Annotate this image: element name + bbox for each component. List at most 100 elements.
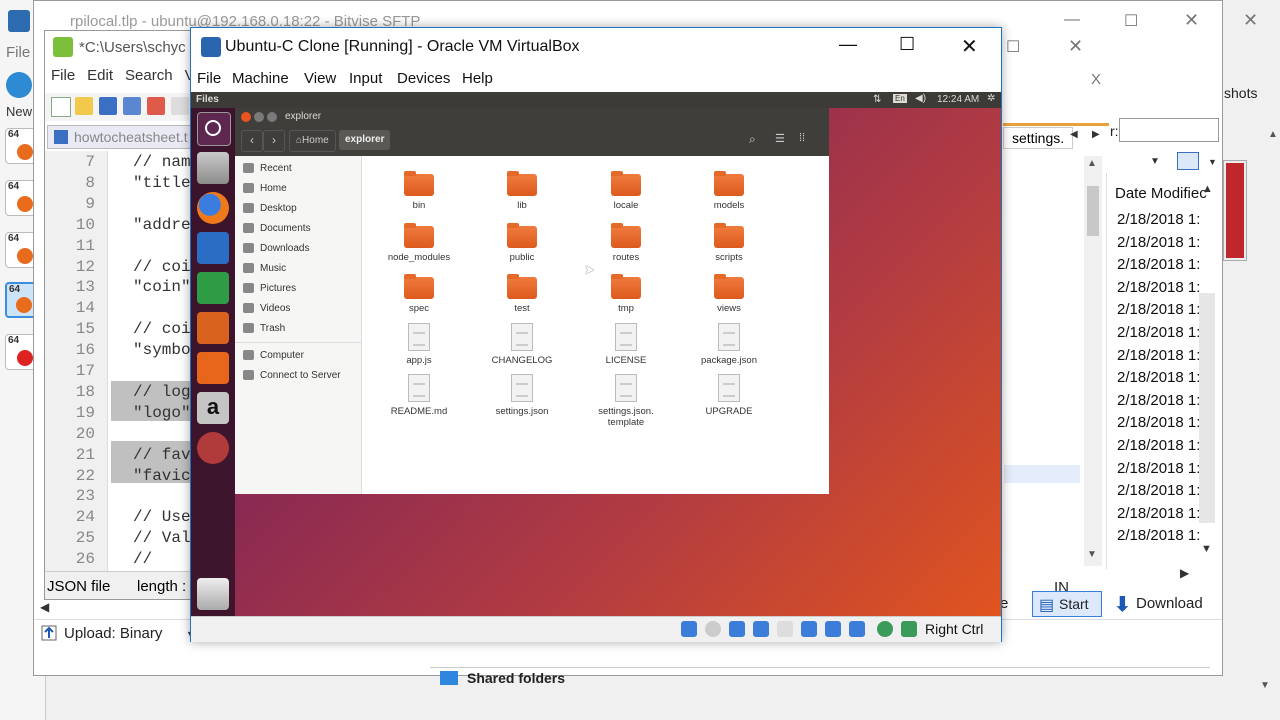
folder-item[interactable]: node_modules bbox=[379, 220, 459, 263]
writer-icon[interactable] bbox=[197, 232, 229, 264]
shared-folders-label[interactable]: Shared folders bbox=[467, 670, 565, 686]
file-item[interactable]: package.json bbox=[689, 322, 769, 366]
menu-grid-icon[interactable]: ⁞⁞ bbox=[799, 132, 805, 144]
code-line[interactable]: "title bbox=[133, 174, 191, 192]
vbox-minimize-icon[interactable]: — bbox=[839, 34, 857, 55]
tab-howtocheatsheet[interactable]: howtocheatsheet.t bbox=[47, 125, 197, 149]
date-cell[interactable]: 2/18/2018 1: bbox=[1117, 211, 1200, 228]
sidebar-item-desktop[interactable]: Desktop bbox=[243, 203, 297, 214]
date-cell[interactable]: 2/18/2018 1: bbox=[1117, 505, 1200, 522]
impress-icon[interactable] bbox=[197, 312, 229, 344]
open-folder-icon[interactable] bbox=[75, 97, 93, 115]
sidebar-item-documents[interactable]: Documents bbox=[243, 223, 311, 234]
save-icon[interactable] bbox=[99, 97, 117, 115]
bitvise-maximize-icon[interactable]: ☐ bbox=[1124, 11, 1138, 31]
sidebar-item-computer[interactable]: Computer bbox=[243, 350, 304, 361]
menu-machine[interactable]: Machine bbox=[232, 70, 289, 87]
folder-item[interactable]: views bbox=[689, 271, 769, 314]
code-line[interactable]: // log bbox=[133, 383, 191, 401]
bitvise-close-icon[interactable]: ✕ bbox=[1184, 10, 1199, 31]
menu-search[interactable]: Search bbox=[125, 67, 173, 84]
dash-icon[interactable] bbox=[197, 112, 231, 146]
code-line[interactable]: // Use bbox=[133, 508, 191, 526]
filter-input[interactable] bbox=[1119, 118, 1219, 142]
amazon-icon[interactable]: a bbox=[197, 392, 229, 424]
code-line[interactable]: // bbox=[133, 550, 152, 568]
back-arrow-icon[interactable]: ‹ bbox=[241, 130, 263, 152]
list-scroll-down-icon[interactable]: ▼ bbox=[1201, 543, 1212, 555]
sidebar-item-recent[interactable]: Recent bbox=[243, 163, 292, 174]
folder-item[interactable]: public bbox=[482, 220, 562, 263]
code-line[interactable]: // fav bbox=[133, 446, 191, 464]
date-cell[interactable]: 2/18/2018 1: bbox=[1117, 256, 1200, 273]
search-icon[interactable]: ⌕ bbox=[749, 132, 756, 147]
keyboard-capture-icon[interactable] bbox=[901, 621, 917, 637]
view-dropdown-icon[interactable]: ▼ bbox=[1150, 156, 1160, 167]
settings-gear-icon[interactable]: ✲ bbox=[987, 93, 995, 104]
folder-item[interactable]: bin bbox=[379, 168, 459, 211]
hscroll-left-icon[interactable]: ◀ bbox=[40, 600, 49, 614]
keyboard-lang[interactable]: En bbox=[893, 94, 907, 103]
menu-file[interactable]: File bbox=[51, 67, 75, 84]
crumb-home[interactable]: ⌂Home bbox=[289, 130, 336, 152]
print-icon[interactable] bbox=[171, 97, 189, 115]
scrollbar[interactable]: ▲ ▼ bbox=[1084, 156, 1102, 566]
menu-input[interactable]: Input bbox=[349, 70, 382, 87]
firefox-icon[interactable] bbox=[197, 192, 229, 224]
code-line[interactable]: // coi bbox=[133, 320, 191, 338]
date-cell[interactable]: 2/18/2018 1: bbox=[1117, 279, 1200, 296]
network-status-icon[interactable] bbox=[753, 621, 769, 637]
download-button[interactable]: ⬇ Download bbox=[1112, 591, 1222, 617]
date-cell[interactable]: 2/18/2018 1: bbox=[1117, 527, 1200, 544]
folder-item[interactable]: spec bbox=[379, 271, 459, 314]
date-cell[interactable]: 2/18/2018 1: bbox=[1117, 234, 1200, 251]
save-all-icon[interactable] bbox=[123, 97, 141, 115]
folder-item[interactable]: lib bbox=[482, 168, 562, 211]
menu-file[interactable]: File bbox=[197, 70, 221, 87]
date-cell[interactable]: 2/18/2018 1: bbox=[1117, 482, 1200, 499]
code-line[interactable]: "coin" bbox=[133, 278, 191, 296]
code-line[interactable]: "symbo bbox=[133, 341, 191, 359]
date-cell[interactable]: 2/18/2018 1: bbox=[1117, 414, 1200, 431]
sidebar-item-connect-to-server[interactable]: Connect to Server bbox=[243, 370, 341, 381]
start-button[interactable]: ▤ Start bbox=[1032, 591, 1102, 617]
folder-item[interactable]: test bbox=[482, 271, 562, 314]
date-cell[interactable]: 2/18/2018 1: bbox=[1117, 460, 1200, 477]
grid-view-icon[interactable] bbox=[1177, 152, 1199, 170]
date-cell[interactable]: 2/18/2018 1: bbox=[1117, 392, 1200, 409]
date-cell[interactable]: 2/18/2018 1: bbox=[1117, 324, 1200, 341]
nautilus-minimize-icon[interactable] bbox=[254, 112, 264, 122]
file-item[interactable]: settings.json. template bbox=[586, 374, 666, 428]
new-file-icon[interactable] bbox=[51, 97, 71, 117]
outer-close-icon[interactable]: ✕ bbox=[1243, 10, 1258, 31]
file-item[interactable]: UPGRADE bbox=[689, 374, 769, 417]
menu-help[interactable]: Help bbox=[462, 70, 493, 87]
tab-scroll-right-icon[interactable]: ▶ bbox=[1092, 129, 1100, 140]
guest-display[interactable]: Files ⇅ En ◀) 12:24 AM ✲ a explorer ‹ › … bbox=[191, 92, 1001, 616]
active-app-name[interactable]: Files bbox=[196, 94, 219, 105]
folder-item[interactable]: scripts bbox=[689, 220, 769, 263]
display-status-icon[interactable] bbox=[825, 621, 841, 637]
crumb-current[interactable]: explorer bbox=[339, 130, 391, 150]
code-line[interactable]: "addre bbox=[133, 216, 191, 234]
folder-item[interactable]: locale bbox=[586, 168, 666, 211]
sidebar-item-home[interactable]: Home bbox=[243, 183, 287, 194]
tab-settings[interactable]: settings. bbox=[1003, 127, 1073, 149]
new-vm-icon[interactable] bbox=[6, 72, 32, 98]
folder-item[interactable]: models bbox=[689, 168, 769, 211]
sidebar-item-downloads[interactable]: Downloads bbox=[243, 243, 309, 254]
outer-scroll-up-icon[interactable]: ▲ bbox=[1268, 129, 1278, 140]
code-line[interactable]: // coi bbox=[133, 258, 191, 276]
shared-folder-status-icon[interactable] bbox=[801, 621, 817, 637]
mouse-integration-icon[interactable] bbox=[877, 621, 893, 637]
menu-edit[interactable]: Edit bbox=[87, 67, 113, 84]
list-scrollbar[interactable] bbox=[1199, 293, 1215, 523]
optical-status-icon[interactable] bbox=[705, 621, 721, 637]
file-item[interactable]: LICENSE bbox=[586, 322, 666, 366]
file-item[interactable]: app.js bbox=[379, 322, 459, 366]
code-line[interactable]: // nam bbox=[133, 153, 191, 171]
folder-item[interactable]: tmp bbox=[586, 271, 666, 314]
recording-status-icon[interactable] bbox=[849, 621, 865, 637]
menu-devices[interactable]: Devices bbox=[397, 70, 450, 87]
nautilus-close-icon[interactable] bbox=[241, 112, 251, 122]
